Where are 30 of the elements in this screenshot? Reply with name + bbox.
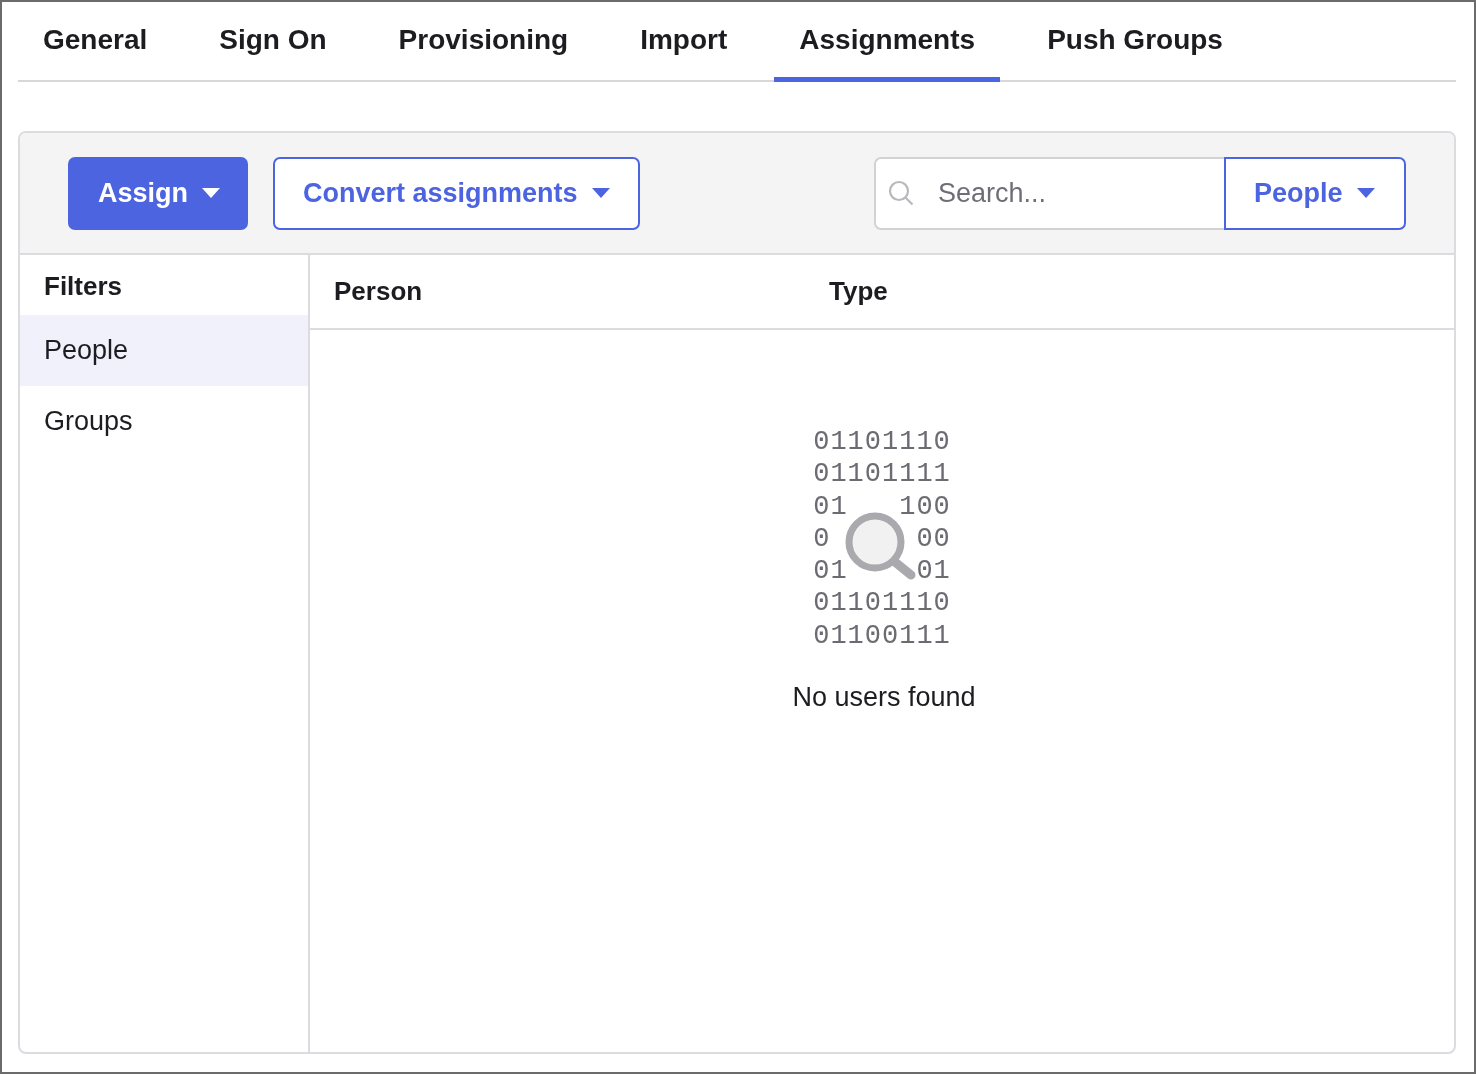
tab[interactable]: General [18, 2, 173, 82]
caret-icon [591, 188, 610, 198]
binary-digits: 01101110 [813, 587, 951, 620]
binary-digits: 01 [813, 555, 848, 588]
tab[interactable]: Assignments [774, 2, 1001, 82]
column-header: Type [829, 276, 889, 307]
filter-item[interactable]: People [20, 315, 308, 386]
search-field[interactable]: Search... [874, 156, 1224, 230]
search-icon [888, 179, 914, 206]
binary-digits: 01101111 [813, 458, 951, 491]
binary-digits: 01 [813, 490, 848, 523]
tab[interactable]: Sign On [194, 2, 352, 82]
assign-button[interactable]: Assign [68, 156, 249, 230]
binary-digits: 100 [899, 490, 951, 523]
convert-assignments-button[interactable]: Convert assignments [273, 156, 640, 230]
binary-digits: 01100111 [813, 619, 951, 653]
binary-digits: 01 [916, 555, 951, 588]
binary-digits: 01101110 [813, 426, 951, 459]
caret-icon [202, 188, 221, 198]
binary-digits: 00 [916, 522, 951, 556]
binary-digits: 0 [813, 522, 831, 556]
search-scope-dropdown[interactable]: People [1224, 156, 1406, 230]
caret-icon [1356, 188, 1375, 198]
tab[interactable]: Push Groups [1022, 2, 1248, 82]
tab[interactable]: Provisioning [373, 2, 594, 82]
empty-message: No users found [792, 682, 976, 714]
filter-item[interactable]: Groups [20, 386, 308, 457]
tab[interactable]: Import [615, 2, 753, 82]
filters-title: Filters [43, 270, 124, 303]
column-header: Person [334, 276, 424, 307]
